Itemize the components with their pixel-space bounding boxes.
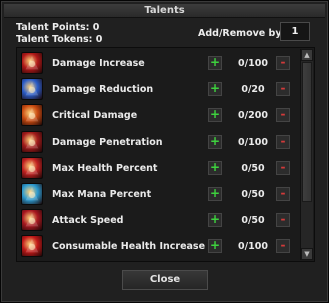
talent-decrease-button[interactable]: - — [276, 108, 290, 123]
consumable-health-icon — [21, 235, 43, 258]
talent-tokens-label: Talent Tokens: 0 — [16, 34, 103, 45]
talent-increase-button[interactable]: + — [208, 187, 222, 201]
talent-list: Damage Increase +0/100- Damage Reduction +0… — [16, 47, 315, 262]
talent-value: 0/100 — [238, 136, 268, 148]
talent-name: Max Mana Percent — [52, 189, 152, 200]
talent-increase-button[interactable]: + — [208, 134, 222, 149]
talent-name: Attack Speed — [52, 215, 124, 227]
talent-increase-button[interactable]: + — [208, 160, 222, 175]
talent-row: Damage Reduction +0/20- — [17, 76, 298, 102]
scroll-up-arrow-icon[interactable]: ▲ — [301, 49, 313, 61]
max-health-icon — [21, 156, 43, 179]
talents-window: Talents Talent Points: 0 Talent Tokens: … — [0, 0, 329, 303]
talent-increase-button[interactable]: + — [208, 108, 222, 123]
talent-name: Consumable Health Increase — [52, 241, 206, 253]
talent-value: 0/50 — [241, 189, 265, 200]
talent-row: Max Health Percent +0/50- — [17, 155, 298, 181]
talent-decrease-button[interactable]: - — [276, 187, 290, 201]
damage-penetration-icon — [21, 130, 43, 153]
attack-speed-icon — [21, 209, 43, 232]
talent-row: Max Mana Percent +0/50- — [17, 181, 298, 207]
talent-name: Critical Damage — [52, 110, 138, 122]
talent-name: Max Health Percent — [52, 162, 158, 174]
talent-increase-button[interactable]: + — [208, 56, 222, 70]
close-button[interactable]: Close — [122, 270, 208, 290]
talent-row: Critical Damage +0/200- — [17, 102, 298, 128]
talent-decrease-button[interactable]: - — [276, 239, 290, 254]
talent-increase-button[interactable]: + — [208, 239, 222, 254]
talent-decrease-button[interactable]: - — [276, 160, 290, 175]
talent-row: Consumable Health Increase +0/100- — [17, 233, 298, 259]
talent-value: 0/200 — [238, 110, 268, 122]
window-title[interactable]: Talents — [4, 4, 325, 18]
talent-row: Attack Speed +0/50- — [17, 207, 298, 233]
talent-value: 0/20 — [241, 84, 265, 96]
talent-decrease-button[interactable]: - — [276, 134, 290, 149]
talent-increase-button[interactable]: + — [208, 82, 222, 97]
talent-row: Damage Penetration +0/100- — [17, 129, 298, 155]
talent-decrease-button[interactable]: - — [276, 213, 290, 228]
talent-value: 0/100 — [238, 58, 268, 69]
talent-name: Damage Increase — [52, 58, 145, 69]
damage-reduction-icon — [21, 78, 43, 101]
max-mana-icon — [21, 183, 43, 205]
talent-points-label: Talent Points: 0 — [16, 22, 100, 33]
add-remove-label: Add/Remove by: — [198, 28, 286, 39]
talent-value: 0/50 — [241, 162, 265, 174]
scroll-down-arrow-icon[interactable]: ▼ — [301, 248, 313, 260]
talent-decrease-button[interactable]: - — [276, 82, 290, 97]
damage-increase-icon — [21, 52, 43, 74]
scroll-thumb[interactable] — [302, 62, 312, 202]
talent-decrease-button[interactable]: - — [276, 56, 290, 70]
add-remove-input[interactable]: 1 — [280, 22, 310, 41]
talent-row: Damage Increase +0/100- — [17, 50, 298, 76]
talent-value: 0/50 — [241, 215, 265, 227]
talent-name: Damage Penetration — [52, 136, 163, 148]
talent-increase-button[interactable]: + — [208, 213, 222, 228]
talent-value: 0/100 — [238, 241, 268, 253]
talent-name: Damage Reduction — [52, 84, 154, 96]
critical-damage-icon — [21, 104, 43, 127]
talent-list-scrollbar[interactable]: ▲ ▼ — [300, 49, 313, 260]
